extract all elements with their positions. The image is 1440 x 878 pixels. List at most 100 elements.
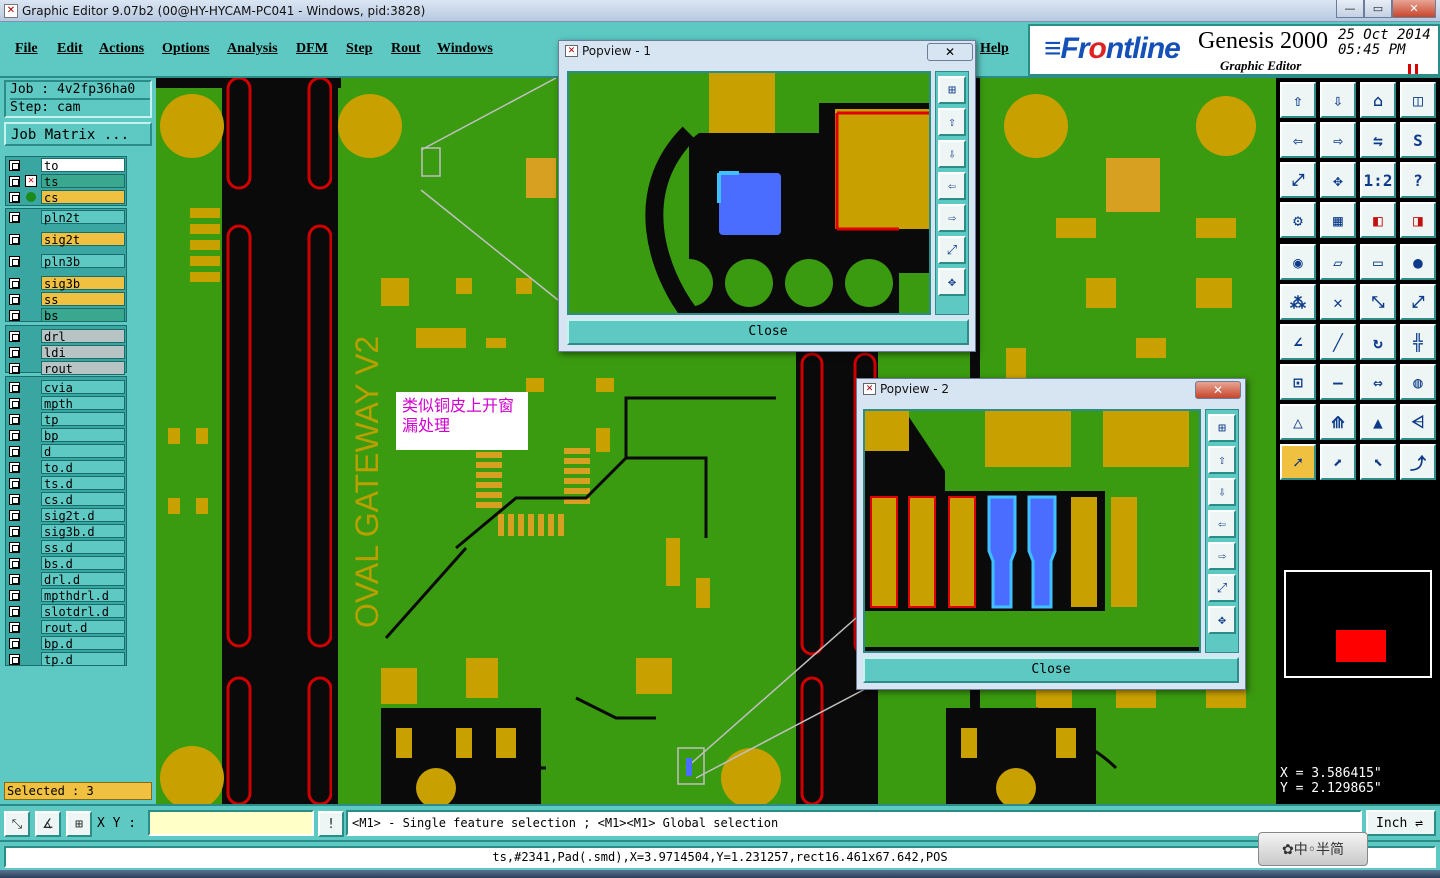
menu-edit[interactable]: Edit: [57, 41, 83, 57]
layer-checkbox[interactable]: [9, 462, 20, 473]
unit-selector[interactable]: Inch ⇌: [1366, 810, 1436, 836]
layer-checkbox[interactable]: [9, 654, 20, 665]
layer-checkbox[interactable]: [9, 494, 20, 505]
layer-checkbox[interactable]: [9, 398, 20, 409]
pointer-lasso-icon[interactable]: ⬉: [1360, 444, 1396, 480]
snap-icon[interactable]: ⤡: [4, 811, 30, 837]
layer-name[interactable]: tp.d: [41, 652, 125, 667]
pointer-path-icon[interactable]: ⤴: [1400, 444, 1436, 480]
layer-row-ts[interactable]: ✕ ts: [5, 173, 125, 189]
layer-name[interactable]: ss.d: [41, 540, 125, 555]
layer-name[interactable]: pln3b: [41, 254, 125, 269]
ruler-icon[interactable]: ▭: [1360, 244, 1396, 280]
menu-actions[interactable]: Actions: [99, 41, 144, 57]
layer-row-slotdrl-d[interactable]: slotdrl.d: [5, 603, 125, 619]
node-icon[interactable]: ⊡: [1280, 364, 1316, 400]
popview-2-up-icon[interactable]: ⇧: [1208, 446, 1236, 474]
layer-row-pln2t[interactable]: pln2t: [5, 209, 125, 225]
menu-options[interactable]: Options: [162, 41, 209, 57]
layer-name[interactable]: ldi: [41, 345, 125, 360]
popview-1-close-button[interactable]: Close: [567, 319, 969, 345]
layer-name[interactable]: sig3b.d: [41, 524, 125, 539]
layer-checkbox[interactable]: [9, 590, 20, 601]
scale-icon[interactable]: 1:2: [1360, 162, 1396, 198]
home-icon[interactable]: ⌂: [1360, 82, 1396, 118]
layer-checkbox[interactable]: [9, 310, 20, 321]
layer-name[interactable]: sig2t.d: [41, 508, 125, 523]
resize-icon[interactable]: ⇔: [1360, 364, 1396, 400]
layer-row-tp[interactable]: tp: [5, 411, 125, 427]
fit-icon[interactable]: ⤢: [1280, 162, 1316, 198]
popview-1-canvas[interactable]: [567, 71, 931, 315]
ime-toolbar[interactable]: ✿中◦半简: [1258, 832, 1368, 866]
layer-checkbox[interactable]: [9, 446, 20, 457]
layer-checkbox[interactable]: [9, 382, 20, 393]
layer-name[interactable]: d: [41, 444, 125, 459]
popview-2-canvas[interactable]: [863, 409, 1201, 653]
layer-checkbox[interactable]: [9, 574, 20, 585]
layer-checkbox[interactable]: [9, 430, 20, 441]
popview-1-center-icon[interactable]: ✥: [938, 268, 966, 296]
connect-icon[interactable]: ⤢: [1400, 284, 1436, 320]
layer-name[interactable]: ss: [41, 292, 125, 307]
layer-row-bs[interactable]: bs: [5, 307, 125, 323]
dot-icon[interactable]: ●: [1400, 244, 1436, 280]
alert-icon[interactable]: !: [318, 811, 344, 837]
center-icon[interactable]: ✥: [1320, 162, 1356, 198]
popview-1-close-icon[interactable]: ✕: [927, 43, 973, 61]
layer-checkbox[interactable]: [9, 478, 20, 489]
layer-checkbox[interactable]: [9, 294, 20, 305]
minus-icon[interactable]: —: [1320, 364, 1356, 400]
menu-rout[interactable]: Rout: [391, 41, 421, 57]
layer-name[interactable]: drl: [41, 329, 125, 344]
layers-icon[interactable]: ◧: [1360, 202, 1396, 238]
zoom-down-icon[interactable]: ⇩: [1320, 82, 1356, 118]
layer-row-drl[interactable]: drl: [5, 328, 125, 344]
menu-dfm[interactable]: DFM: [296, 41, 328, 57]
layer-row-cs-d[interactable]: cs.d: [5, 491, 125, 507]
select-point-icon[interactable]: ◉: [1280, 244, 1316, 280]
layer-checkbox[interactable]: [9, 331, 20, 342]
select-area-icon[interactable]: ▱: [1320, 244, 1356, 280]
grid-snap-icon[interactable]: ⊞: [66, 811, 92, 837]
layer-row-ss[interactable]: ss: [5, 291, 125, 307]
menu-step[interactable]: Step: [346, 41, 372, 57]
link-icon[interactable]: ⤡: [1360, 284, 1396, 320]
popview-1-window[interactable]: ✕ Popview - 1 ✕ ⊞ ⇧ ⇩ ⇦ ⇨ ⤢ ✥ Close: [558, 40, 976, 352]
cross-icon[interactable]: ✕: [1320, 284, 1356, 320]
pan-right-icon[interactable]: ⇨: [1320, 122, 1356, 158]
layer-name[interactable]: drl.d: [41, 572, 125, 587]
layer-name[interactable]: cvia: [41, 380, 125, 395]
layer-row-tp-d[interactable]: tp.d: [5, 651, 125, 667]
popview-2-center-icon[interactable]: ✥: [1208, 606, 1236, 634]
angle-snap-icon[interactable]: ∡: [35, 811, 61, 837]
pointer-icon[interactable]: ➚: [1280, 444, 1316, 480]
layer-name[interactable]: ts: [41, 174, 125, 189]
layer-name[interactable]: cs: [41, 190, 125, 205]
popview-1-left-icon[interactable]: ⇦: [938, 172, 966, 200]
popview-2-left-icon[interactable]: ⇦: [1208, 510, 1236, 538]
popview-1-up-icon[interactable]: ⇧: [938, 108, 966, 136]
menu-windows[interactable]: Windows: [437, 41, 493, 57]
layer-name[interactable]: to: [41, 158, 125, 173]
layer-name[interactable]: bp.d: [41, 636, 125, 651]
pan-left-icon[interactable]: ⇦: [1280, 122, 1316, 158]
layer-row-sig3b[interactable]: sig3b: [5, 275, 125, 291]
triangle-base-icon[interactable]: ⩤: [1400, 404, 1436, 440]
s-curve-icon[interactable]: S: [1400, 122, 1436, 158]
layer-name[interactable]: pln2t: [41, 210, 125, 225]
grid-icon[interactable]: ▦: [1320, 202, 1356, 238]
layer-name[interactable]: to.d: [41, 460, 125, 475]
layer-checkbox[interactable]: [9, 638, 20, 649]
layer-row-bs-d[interactable]: bs.d: [5, 555, 125, 571]
layer-row-d[interactable]: d: [5, 443, 125, 459]
layer-name[interactable]: slotdrl.d: [41, 604, 125, 619]
layer-checkbox[interactable]: [9, 212, 20, 223]
layer-row-mpth[interactable]: mpth: [5, 395, 125, 411]
layer-row-mpthdrl-d[interactable]: mpthdrl.d: [5, 587, 125, 603]
xy-input[interactable]: [148, 810, 314, 836]
layer-row-bp-d[interactable]: bp.d: [5, 635, 125, 651]
layer-name[interactable]: sig2t: [41, 232, 125, 247]
overview-viewport[interactable]: [1336, 630, 1386, 662]
layer-checkbox[interactable]: [9, 160, 20, 171]
